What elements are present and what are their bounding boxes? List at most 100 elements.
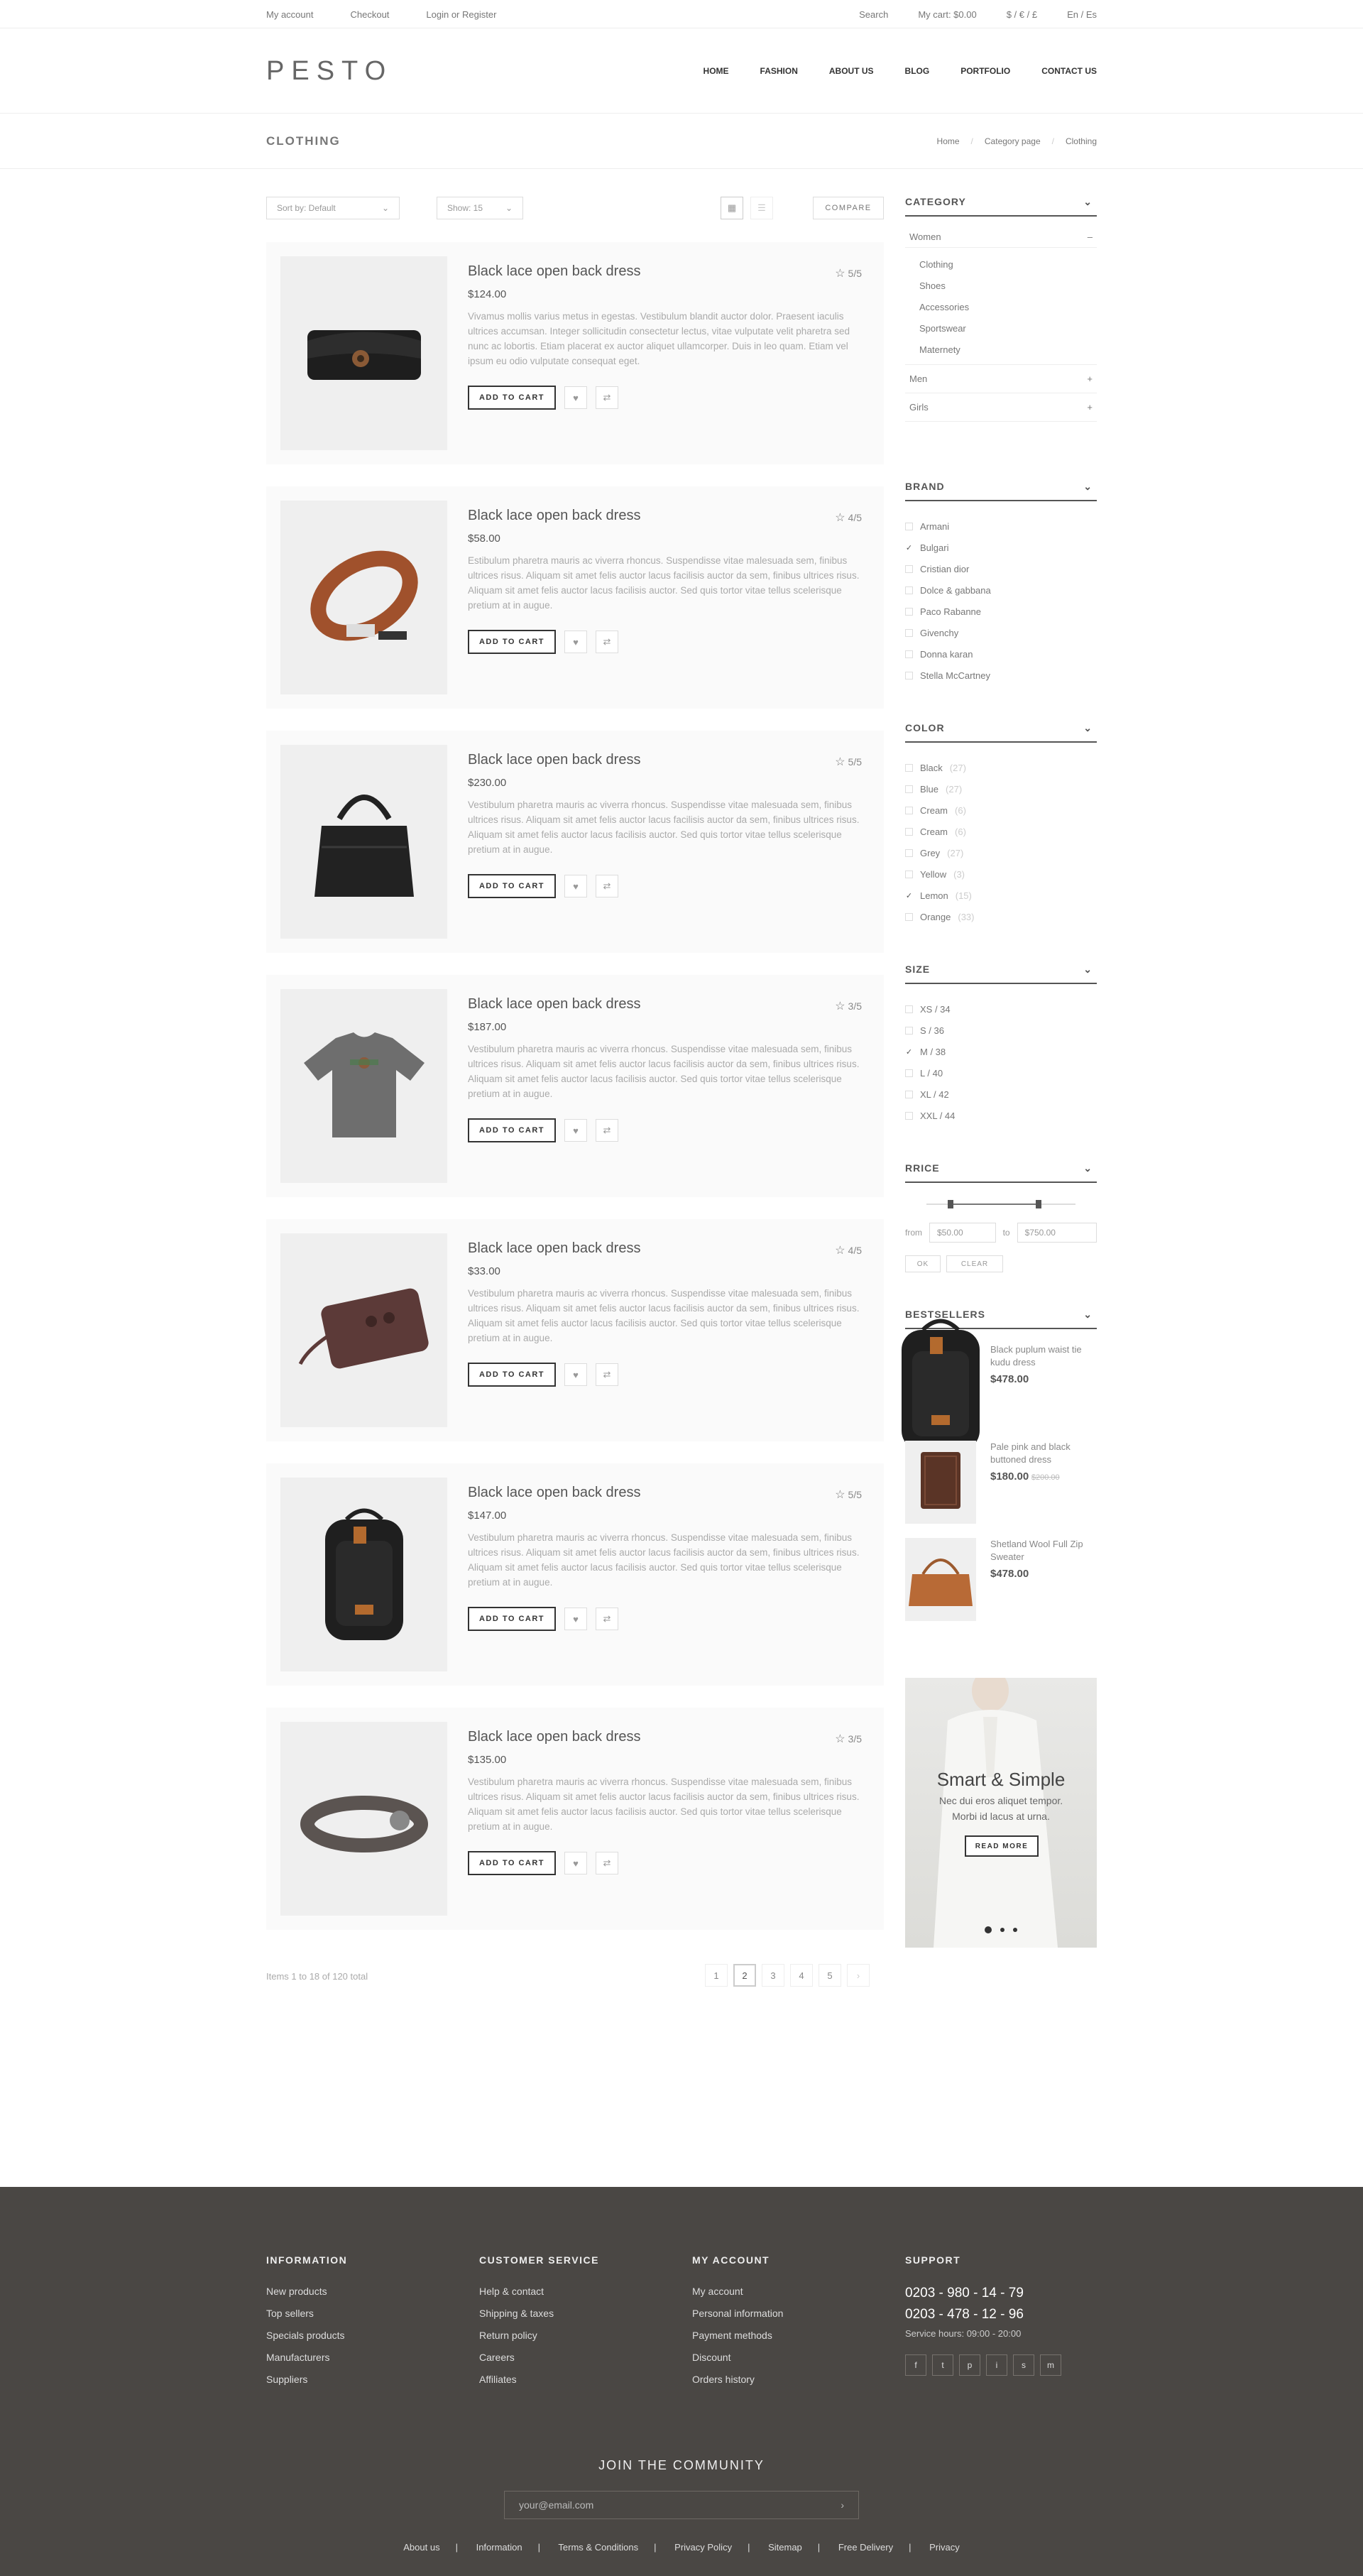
show-select[interactable]: Show: 15 ⌄ — [437, 197, 523, 219]
compare-icon[interactable]: ⇄ — [596, 1852, 618, 1874]
checkbox-icon[interactable] — [905, 586, 913, 594]
mail-icon[interactable]: m — [1040, 2354, 1061, 2376]
color-option[interactable]: Orange (33) — [905, 906, 1097, 927]
footer-link[interactable]: Careers — [479, 2352, 657, 2374]
checkbox-checked-icon[interactable]: ✓ — [905, 544, 913, 552]
color-option[interactable]: Cream (6) — [905, 799, 1097, 821]
bottom-link[interactable]: About us — [403, 2542, 439, 2553]
color-option[interactable]: Yellow (3) — [905, 863, 1097, 885]
page-5[interactable]: 5 — [819, 1964, 841, 1987]
bottom-link[interactable]: Terms & Conditions — [558, 2542, 638, 2553]
add-to-cart-button[interactable]: ADD TO CART — [468, 874, 556, 898]
bottom-link[interactable]: Free Delivery — [838, 2542, 893, 2553]
checkout-link[interactable]: Checkout — [350, 9, 389, 20]
my-account-link[interactable]: My account — [266, 9, 313, 20]
page-3[interactable]: 3 — [762, 1964, 784, 1987]
nav-portfolio[interactable]: PORTFOLIO — [960, 66, 1010, 76]
color-option[interactable]: Black (27) — [905, 757, 1097, 778]
color-option[interactable]: Cream (6) — [905, 821, 1097, 842]
compare-icon[interactable]: ⇄ — [596, 631, 618, 653]
brand-option[interactable]: Donna karan — [905, 643, 1097, 665]
cart-link[interactable]: My cart: $0.00 — [918, 9, 976, 20]
footer-link[interactable]: Orders history — [692, 2374, 870, 2396]
product-name[interactable]: Black lace open back dress — [468, 508, 862, 524]
footer-link[interactable]: Shipping & taxes — [479, 2308, 657, 2330]
checkbox-icon[interactable] — [905, 870, 913, 878]
brand-option[interactable]: Stella McCartney — [905, 665, 1097, 686]
checkbox-icon[interactable] — [905, 628, 913, 637]
product-image[interactable] — [280, 1233, 447, 1427]
checkbox-icon[interactable] — [905, 912, 913, 921]
bottom-link[interactable]: Information — [476, 2542, 522, 2553]
add-to-cart-button[interactable]: ADD TO CART — [468, 1851, 556, 1875]
nav-blog[interactable]: BLOG — [905, 66, 930, 76]
compare-icon[interactable]: ⇄ — [596, 1363, 618, 1386]
bestseller-image[interactable] — [902, 1319, 980, 1451]
size-option[interactable]: S / 36 — [905, 1020, 1097, 1041]
price-ok-button[interactable]: OK — [905, 1255, 941, 1272]
support-phone-2[interactable]: 0203 - 478 - 12 - 96 — [905, 2307, 1083, 2328]
slider-min-handle[interactable] — [947, 1200, 953, 1208]
product-image[interactable] — [280, 256, 447, 450]
bestseller-name[interactable]: Pale pink and black buttoned dress — [990, 1441, 1097, 1466]
bestseller-image[interactable] — [905, 1538, 976, 1621]
category-header[interactable]: CATEGORY ⌄ — [905, 188, 1097, 217]
currency-switch[interactable]: $ / € / £ — [1007, 9, 1037, 20]
product-image[interactable] — [280, 1478, 447, 1671]
facebook-icon[interactable]: f — [905, 2354, 926, 2376]
category-men[interactable]: Men + — [905, 365, 1097, 393]
price-slider[interactable] — [905, 1190, 1097, 1218]
subcategory-item[interactable]: Shoes — [919, 275, 1097, 296]
checkbox-icon[interactable] — [905, 1005, 913, 1013]
heart-icon[interactable]: ♥ — [564, 1119, 587, 1142]
price-from-input[interactable]: $50.00 — [929, 1223, 996, 1243]
banner-dot[interactable] — [1013, 1928, 1017, 1932]
language-switch[interactable]: En / Es — [1067, 9, 1097, 20]
bottom-link[interactable]: Privacy — [929, 2542, 960, 2553]
subcategory-item[interactable]: Clothing — [919, 253, 1097, 275]
checkbox-icon[interactable] — [905, 607, 913, 616]
brand-option[interactable]: Dolce & gabbana — [905, 579, 1097, 601]
instagram-icon[interactable]: i — [986, 2354, 1007, 2376]
footer-link[interactable]: Help & contact — [479, 2286, 657, 2308]
logo[interactable]: PESTO — [266, 56, 393, 87]
breadcrumb-category[interactable]: Category page — [985, 136, 1041, 146]
checkbox-checked-icon[interactable]: ✓ — [905, 1048, 913, 1057]
brand-header[interactable]: BRAND ⌄ — [905, 473, 1097, 501]
nav-fashion[interactable]: FASHION — [760, 66, 798, 76]
heart-icon[interactable]: ♥ — [564, 631, 587, 653]
checkbox-icon[interactable] — [905, 671, 913, 680]
size-option[interactable]: ✓ M / 38 — [905, 1041, 1097, 1062]
heart-icon[interactable]: ♥ — [564, 1608, 587, 1630]
subcategory-item[interactable]: Accessories — [919, 296, 1097, 317]
checkbox-icon[interactable] — [905, 1069, 913, 1077]
sort-select[interactable]: Sort by: Default ⌄ — [266, 197, 400, 219]
compare-button[interactable]: COMPARE — [813, 197, 884, 219]
category-girls[interactable]: Girls + — [905, 393, 1097, 422]
compare-icon[interactable]: ⇄ — [596, 1608, 618, 1630]
read-more-button[interactable]: READ MORE — [965, 1835, 1039, 1857]
page-1[interactable]: 1 — [705, 1964, 728, 1987]
compare-icon[interactable]: ⇄ — [596, 875, 618, 897]
product-image[interactable] — [280, 989, 447, 1183]
brand-option[interactable]: ✓ Bulgari — [905, 537, 1097, 558]
search-link[interactable]: Search — [859, 9, 888, 20]
category-women[interactable]: Women – — [905, 227, 1097, 248]
nav-home[interactable]: HOME — [704, 66, 729, 76]
add-to-cart-button[interactable]: ADD TO CART — [468, 1607, 556, 1631]
subcategory-item[interactable]: Maternety — [919, 339, 1097, 360]
checkbox-icon[interactable] — [905, 1111, 913, 1120]
footer-link[interactable]: New products — [266, 2286, 444, 2308]
bestseller-name[interactable]: Shetland Wool Full Zip Sweater — [990, 1538, 1097, 1563]
arrow-right-icon[interactable]: › — [841, 2499, 844, 2511]
list-view-icon[interactable]: ☰ — [750, 197, 773, 219]
nav-about[interactable]: ABOUT US — [829, 66, 874, 76]
product-image[interactable] — [280, 501, 447, 694]
add-to-cart-button[interactable]: ADD TO CART — [468, 630, 556, 654]
product-name[interactable]: Black lace open back dress — [468, 1729, 862, 1745]
footer-link[interactable]: Return policy — [479, 2330, 657, 2352]
footer-link[interactable]: Specials products — [266, 2330, 444, 2352]
nav-contact[interactable]: CONTACT US — [1041, 66, 1097, 76]
twitter-icon[interactable]: t — [932, 2354, 953, 2376]
banner-dot[interactable] — [1000, 1928, 1005, 1932]
